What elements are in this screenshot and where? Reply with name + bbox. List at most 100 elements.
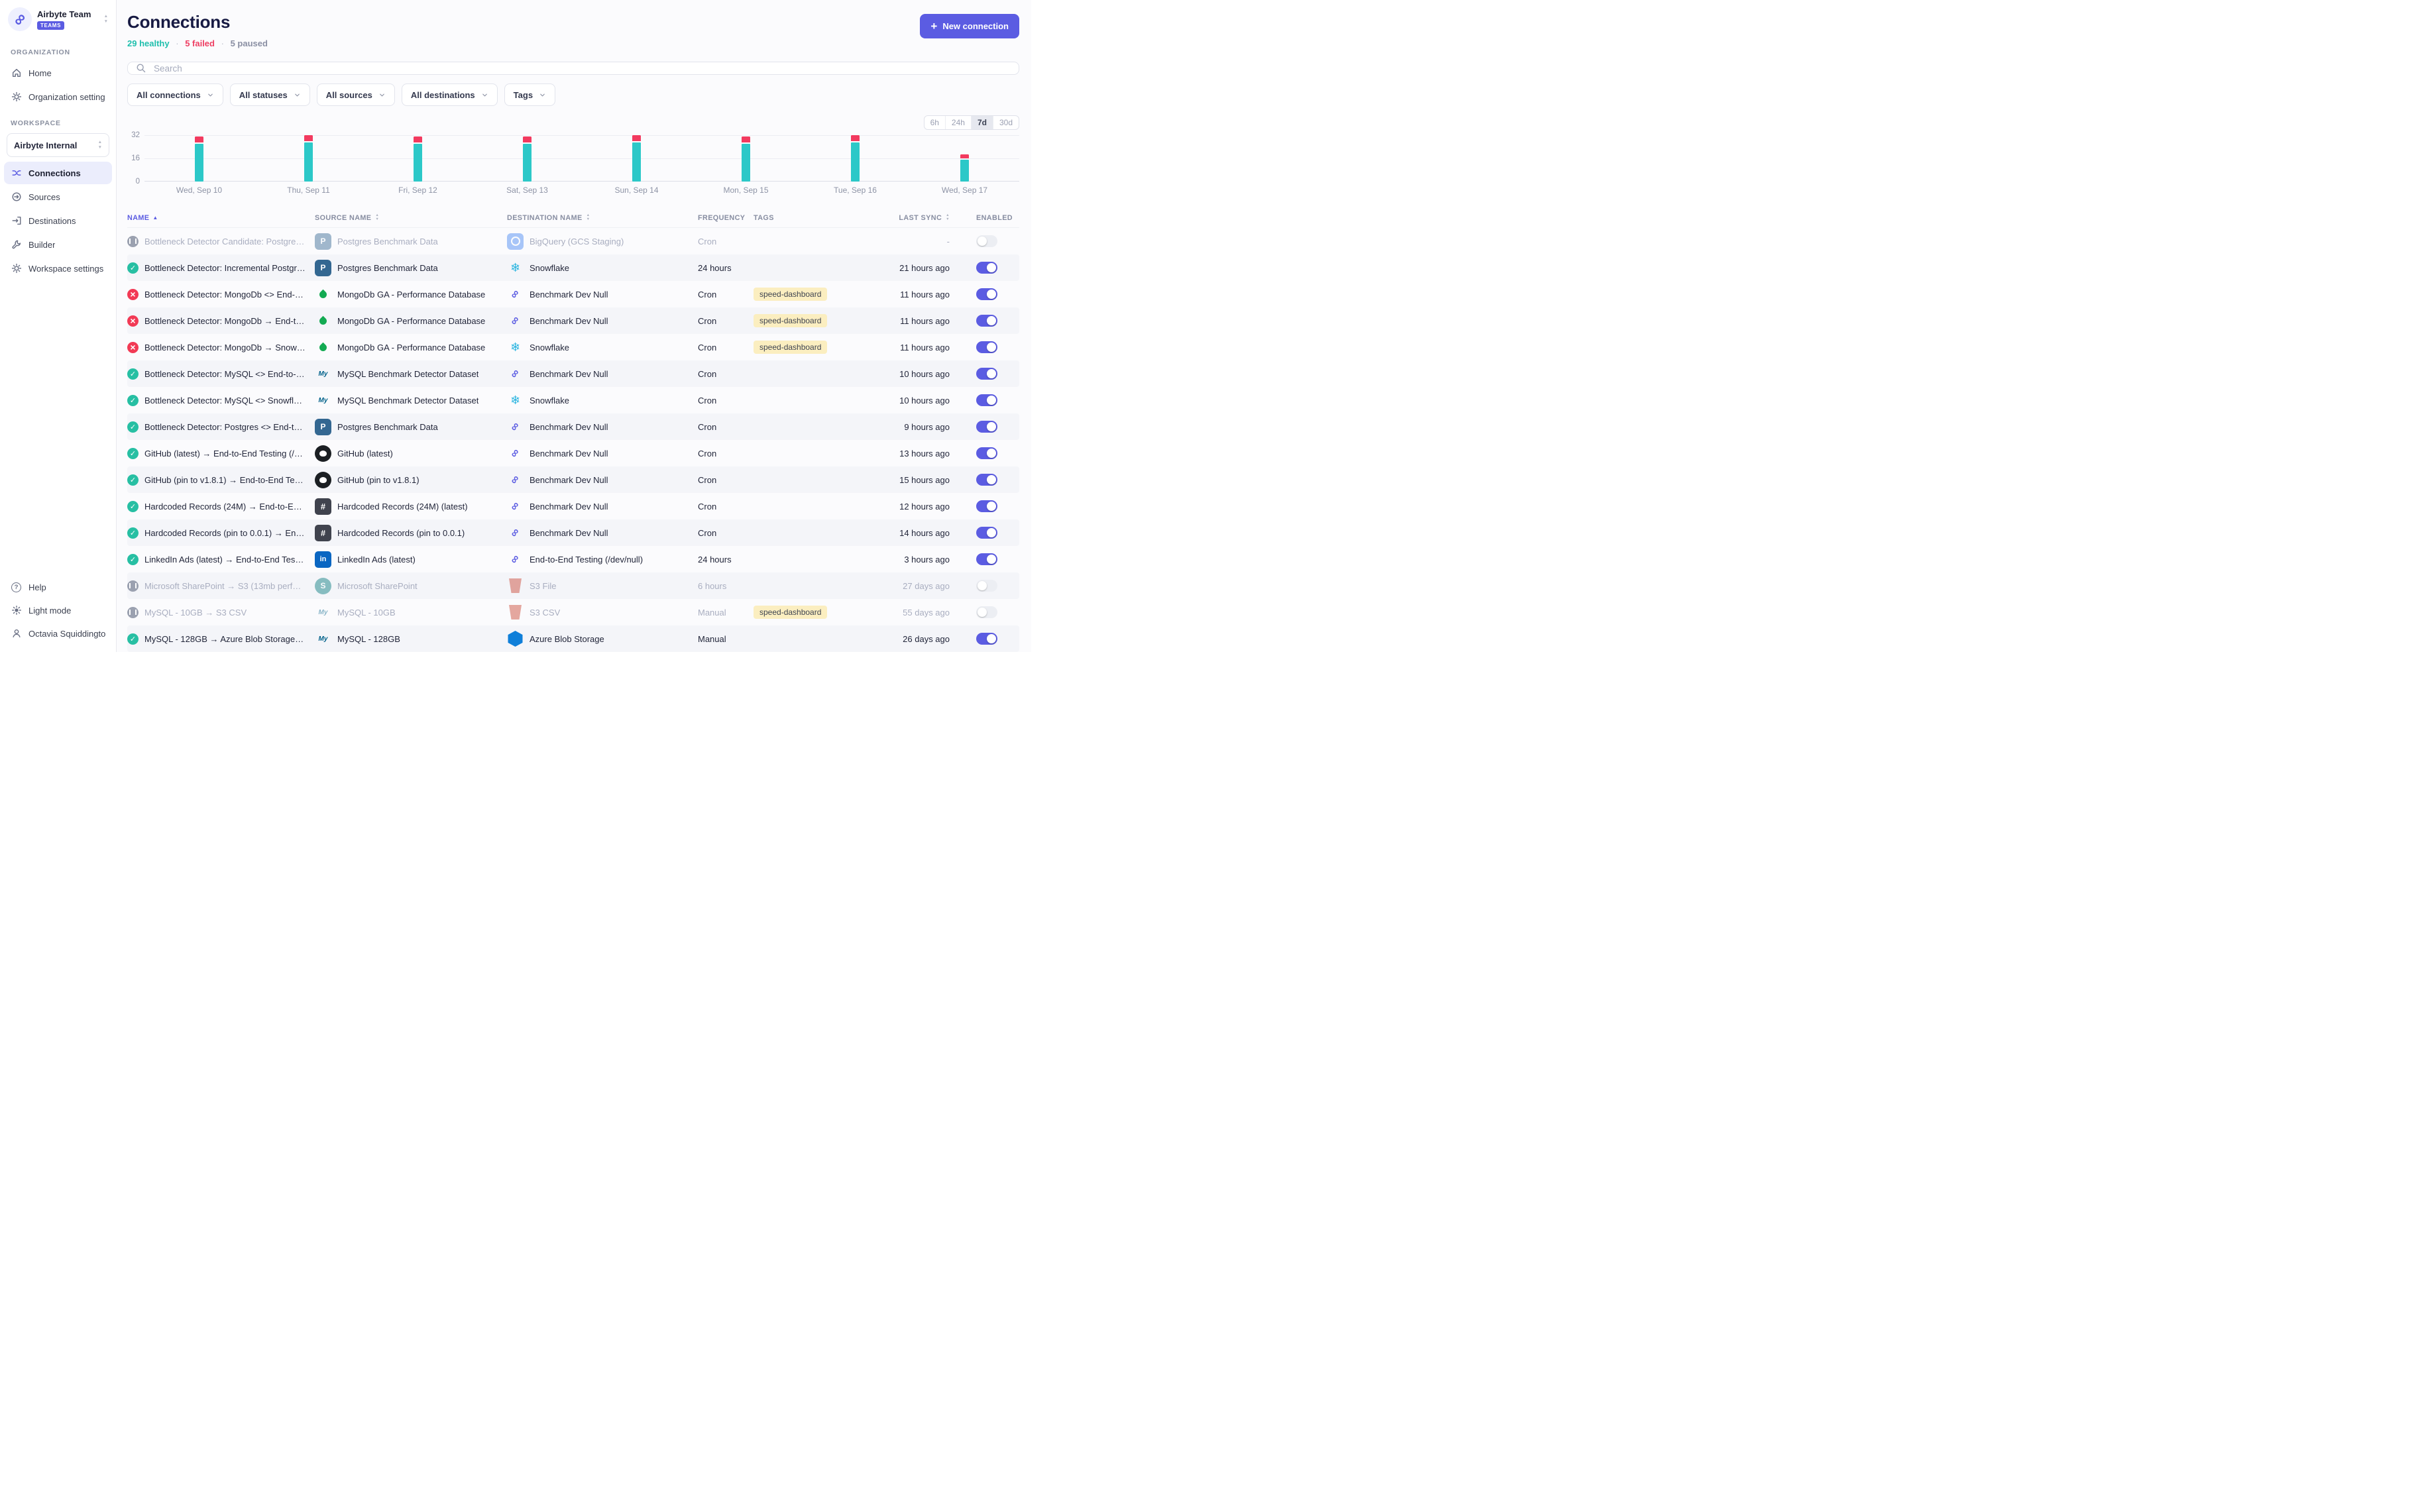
app-root: ∞ Airbyte Team TEAMS ▲▼ ORGANIZATION Hom… <box>0 0 1031 652</box>
filter-all-statuses[interactable]: All statuses <box>230 83 310 106</box>
chevron-down-icon <box>207 91 214 99</box>
filter-all-destinations[interactable]: All destinations <box>402 83 498 106</box>
enabled-toggle[interactable] <box>976 500 997 512</box>
sort-icon: ▲▼ <box>587 214 590 222</box>
enabled-toggle[interactable] <box>976 315 997 327</box>
table-row[interactable]: Bottleneck Detector Candidate: Postgres … <box>127 228 1019 254</box>
table-row[interactable]: Hardcoded Records (24M) → End-to-End Te.… <box>127 493 1019 519</box>
enabled-toggle[interactable] <box>976 474 997 486</box>
chart-days <box>144 135 1019 182</box>
column-header-last-sync[interactable]: LAST SYNC ▲▼ <box>858 214 951 222</box>
range-option-30d[interactable]: 30d <box>993 116 1019 129</box>
search-icon <box>136 63 146 74</box>
destination-name: Benchmark Dev Null <box>530 422 608 432</box>
table-row[interactable]: MySQL - 128GB → Azure Blob Storage JSOn … <box>127 625 1019 652</box>
filter-all-sources[interactable]: All sources <box>317 83 395 106</box>
new-connection-button[interactable]: + New connection <box>920 14 1019 38</box>
status-icon <box>127 474 139 486</box>
source-icon <box>315 286 331 303</box>
range-option-6h[interactable]: 6h <box>925 116 945 129</box>
column-header-source-name[interactable]: SOURCE NAME ▲▼ <box>315 214 507 222</box>
source-name: Microsoft SharePoint <box>337 581 418 591</box>
table-row[interactable]: MySQL - 10GB → S3 CSV MySQL - 10GB S3 CS… <box>127 599 1019 625</box>
status-icon <box>127 395 139 406</box>
sidebar-item-organization-settings[interactable]: Organization settings <box>4 85 112 108</box>
enabled-toggle[interactable] <box>976 368 997 380</box>
enabled-toggle[interactable] <box>976 633 997 645</box>
sync-bar <box>523 136 532 182</box>
frequency-value: Manual <box>698 634 754 644</box>
table-row[interactable]: Bottleneck Detector: Incremental Postgre… <box>127 254 1019 281</box>
last-sync-value: 11 hours ago <box>858 343 951 352</box>
enabled-toggle[interactable] <box>976 553 997 565</box>
last-sync-value: 3 hours ago <box>858 555 951 565</box>
column-header-name[interactable]: NAME ▲ <box>127 214 315 222</box>
enabled-toggle[interactable] <box>976 235 997 247</box>
source-name: MySQL - 128GB <box>337 634 400 644</box>
destination-name: Benchmark Dev Null <box>530 316 608 326</box>
enabled-toggle[interactable] <box>976 580 997 592</box>
table-row[interactable]: Hardcoded Records (pin to 0.0.1) → End-t… <box>127 519 1019 546</box>
table-row[interactable]: Bottleneck Detector: Postgres <> End-to-… <box>127 413 1019 440</box>
frequency-value: Cron <box>698 502 754 512</box>
table-row[interactable]: Bottleneck Detector: MySQL <> End-to-End… <box>127 360 1019 387</box>
table-row[interactable]: LinkedIn Ads (latest) → End-to-End Testi… <box>127 546 1019 572</box>
sync-bar <box>851 135 860 182</box>
last-sync-value: 9 hours ago <box>858 422 951 432</box>
sidebar-item-builder[interactable]: Builder <box>4 233 112 256</box>
table-row[interactable]: GitHub (latest) → End-to-End Testing (/d… <box>127 440 1019 466</box>
table-row[interactable]: Bottleneck Detector: MySQL <> Snowflake … <box>127 387 1019 413</box>
enabled-toggle[interactable] <box>976 527 997 539</box>
table-row[interactable]: GitHub (pin to v1.8.1) → End-to-End Test… <box>127 466 1019 493</box>
source-icon <box>315 551 331 568</box>
source-name: Hardcoded Records (pin to 0.0.1) <box>337 528 465 538</box>
sidebar-item-connections[interactable]: Connections <box>4 162 112 184</box>
sidebar-item-destinations[interactable]: Destinations <box>4 209 112 232</box>
y-tick: 0 <box>136 178 140 186</box>
enabled-toggle[interactable] <box>976 606 997 618</box>
enabled-toggle[interactable] <box>976 262 997 274</box>
status-icon <box>127 501 139 512</box>
source-icon <box>315 472 331 488</box>
table-row[interactable]: Bottleneck Detector: MongoDb <> End-to-E… <box>127 281 1019 307</box>
range-option-7d[interactable]: 7d <box>971 116 993 129</box>
enabled-toggle[interactable] <box>976 288 997 300</box>
last-sync-value: - <box>858 237 951 246</box>
table-row[interactable]: Bottleneck Detector: MongoDb → End-to-En… <box>127 307 1019 334</box>
connection-name: GitHub (latest) → End-to-End Testing (/d… <box>144 449 306 459</box>
filter-tags[interactable]: Tags <box>504 83 555 106</box>
org-switcher[interactable]: ∞ Airbyte Team TEAMS ▲▼ <box>0 0 116 38</box>
chevron-down-icon <box>294 91 301 99</box>
search-input[interactable] <box>152 63 1011 74</box>
sidebar-item-user[interactable]: Octavia Squiddington <box>4 622 112 645</box>
sidebar-item-workspace-settings[interactable]: Workspace settings <box>4 257 112 280</box>
user-icon <box>11 628 22 639</box>
frequency-value: Cron <box>698 475 754 485</box>
sidebar-item-home[interactable]: Home <box>4 62 112 84</box>
enabled-toggle[interactable] <box>976 421 997 433</box>
source-icon <box>315 366 331 382</box>
sidebar-item-light-mode[interactable]: Light mode <box>4 599 112 621</box>
sidebar-item-help[interactable]: ? Help <box>4 576 112 598</box>
table-row[interactable]: Bottleneck Detector: MongoDb → Snowflake… <box>127 334 1019 360</box>
separator: · <box>221 38 224 48</box>
column-header-destination-name[interactable]: DESTINATION NAME ▲▼ <box>507 214 698 222</box>
filter-all-connections[interactable]: All connections <box>127 83 223 106</box>
destination-icon <box>507 233 524 250</box>
sidebar-footer: ? Help Light mode Octavia Squiddington <box>0 575 116 652</box>
sync-bar <box>304 135 313 182</box>
workspace-selector[interactable]: Airbyte Internal ▲▼ <box>7 133 109 157</box>
enabled-toggle[interactable] <box>976 341 997 353</box>
range-option-24h[interactable]: 24h <box>945 116 971 129</box>
healthy-count: 29 healthy <box>127 38 170 48</box>
sidebar-item-sources[interactable]: Sources <box>4 186 112 208</box>
status-icon <box>127 554 139 565</box>
destination-name: Benchmark Dev Null <box>530 528 608 538</box>
enabled-toggle[interactable] <box>976 394 997 406</box>
destination-name: S3 File <box>530 581 556 591</box>
status-icon <box>127 342 139 353</box>
table-row[interactable]: Microsoft SharePoint → S3 (13mb performa… <box>127 572 1019 599</box>
source-icon <box>315 445 331 462</box>
destination-icon <box>507 578 524 594</box>
enabled-toggle[interactable] <box>976 447 997 459</box>
